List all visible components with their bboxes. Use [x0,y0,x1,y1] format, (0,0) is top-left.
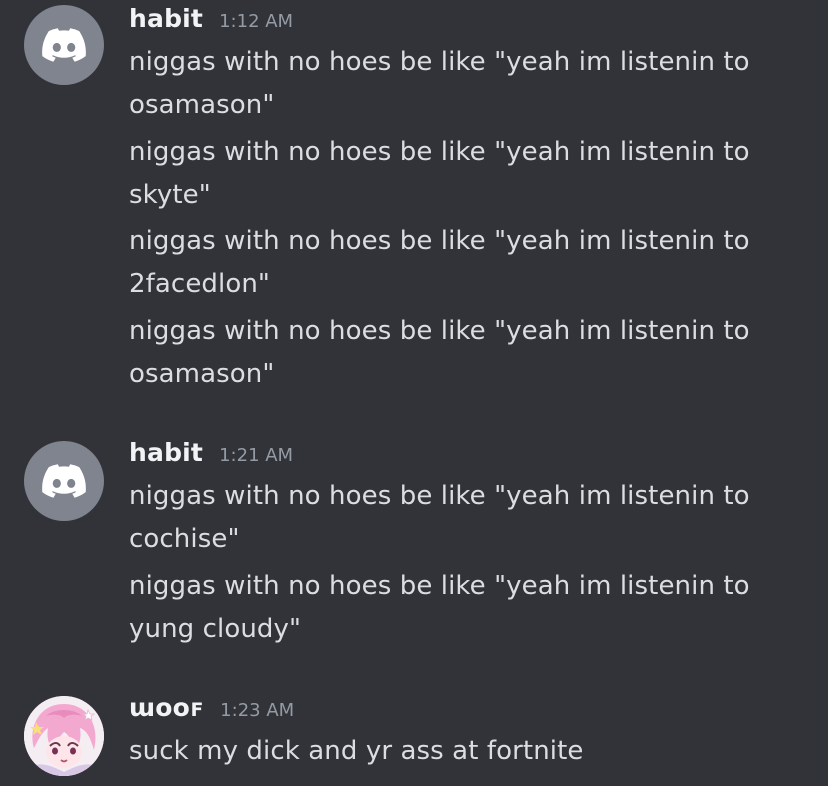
avatar[interactable] [24,5,104,85]
message-text: suck my dick and yr ass at fortnite [129,736,584,766]
username[interactable]: habit [129,4,203,33]
message-text: niggas with no hoes be like "yeah im lis… [129,137,750,210]
message-header: ɯᴏᴏꜰ 1:23 AM [129,693,294,727]
message-text: niggas with no hoes be like "yeah im lis… [129,481,750,554]
message-text: niggas with no hoes be like "yeah im lis… [129,226,750,299]
avatar[interactable] [24,696,104,776]
timestamp[interactable]: 1:21 AM [219,445,293,466]
message-text: niggas with no hoes be like "yeah im lis… [129,571,750,644]
anime-character-avatar [24,696,104,776]
message-header: habit 1:12 AM [129,4,293,38]
username[interactable]: ɯᴏᴏꜰ [129,693,204,722]
username[interactable]: habit [129,438,203,467]
message-header: habit 1:21 AM [129,438,293,472]
timestamp[interactable]: 1:23 AM [220,700,294,721]
message-text: niggas with no hoes be like "yeah im lis… [129,316,750,389]
chat-messages: habit 1:12 AM niggas with no hoes be lik… [0,0,828,786]
discord-logo-icon [42,464,86,498]
avatar[interactable] [24,441,104,521]
message-text: niggas with no hoes be like "yeah im lis… [129,47,750,120]
discord-logo-icon [42,28,86,62]
timestamp[interactable]: 1:12 AM [219,11,293,32]
